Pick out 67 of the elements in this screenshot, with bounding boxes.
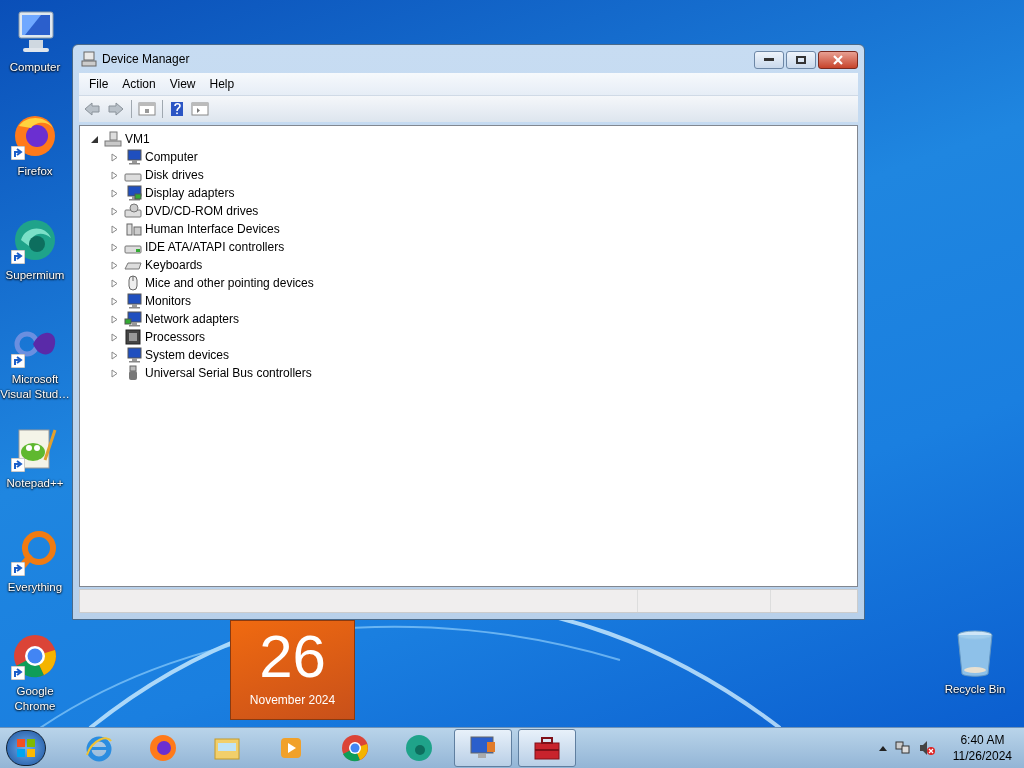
monitor-icon <box>124 347 142 363</box>
tree-item[interactable]: Processors <box>145 330 206 344</box>
taskbar-app-button[interactable] <box>454 729 512 767</box>
tree-item[interactable]: VM1 <box>125 132 150 146</box>
tree-item[interactable]: Universal Serial Bus controllers <box>145 366 312 380</box>
console-tree-icon[interactable] <box>138 101 156 117</box>
tree-item[interactable]: DVD/CD-ROM drives <box>145 204 259 218</box>
clock-time: 6:40 AM <box>960 732 1005 748</box>
device-manager-icon <box>81 51 97 67</box>
tree-item[interactable]: Mice and other pointing devices <box>145 276 314 290</box>
taskbar-app-button[interactable] <box>518 729 576 767</box>
app-logo-icon <box>404 733 434 763</box>
calendar-month-year: November 2024 <box>249 693 336 707</box>
tree-item[interactable]: System devices <box>145 348 230 362</box>
tree-item[interactable]: Keyboards <box>145 258 203 272</box>
properties-pane-icon[interactable] <box>191 101 209 117</box>
calendar-day: 26 <box>259 621 326 693</box>
calendar-gadget[interactable]: 26 November 2024 <box>230 620 355 720</box>
desktop-icon-label[interactable]: Firefox <box>17 164 53 179</box>
maximize-button[interactable] <box>786 51 816 69</box>
desktop-icon-label[interactable]: Microsoft Visual Stud… <box>0 372 70 402</box>
window-title: Device Manager <box>102 52 190 66</box>
minimize-button[interactable] <box>754 51 784 69</box>
tree-item[interactable]: Network adapters <box>145 312 240 326</box>
tree-item[interactable]: Human Interface Devices <box>145 222 280 236</box>
close-button[interactable] <box>818 51 858 69</box>
desktop-icon-label[interactable]: Recycle Bin <box>944 682 1006 697</box>
tree-item[interactable]: Monitors <box>145 294 191 308</box>
drive-icon <box>124 203 142 219</box>
tree-item[interactable]: Display adapters <box>145 186 235 200</box>
tree-item[interactable]: Disk drives <box>145 168 204 182</box>
desktop-icon-label[interactable]: Computer <box>9 60 61 75</box>
monitor-icon <box>124 149 142 165</box>
forward-arrow-icon[interactable] <box>107 101 125 117</box>
close-icon <box>833 55 843 65</box>
menu-item[interactable]: Help <box>203 75 241 93</box>
menu-item[interactable]: Action <box>116 75 162 93</box>
recycle-bin-icon[interactable] <box>955 630 995 678</box>
menu-item[interactable]: File <box>83 75 115 93</box>
volume-muted-icon[interactable] <box>918 740 935 756</box>
computer-tower-icon <box>104 131 122 147</box>
windows-logo-icon <box>16 738 36 758</box>
minimize-icon <box>764 58 774 62</box>
maximize-icon <box>796 56 806 64</box>
app-logo-icon <box>148 733 178 763</box>
taskbar-clock[interactable]: 6:40 AM 11/26/2024 <box>952 732 1012 764</box>
desktop-icon-label[interactable]: Google Chrome <box>0 684 70 714</box>
app-logo-icon <box>340 733 370 763</box>
monitor-icon <box>124 293 142 309</box>
help-icon[interactable] <box>169 101 185 117</box>
monitor-icon <box>124 185 142 201</box>
expand-triangle-icon[interactable] <box>90 134 99 144</box>
app-logo-icon[interactable] <box>11 632 59 680</box>
desktop-icon-label[interactable]: Supermium <box>5 268 65 283</box>
tree-item[interactable]: IDE ATA/ATAPI controllers <box>145 240 285 254</box>
desktop-icon-label[interactable]: Everything <box>7 580 63 595</box>
tree-item[interactable]: Computer <box>145 150 198 164</box>
desktop-icon-label[interactable]: Notepad++ <box>6 476 64 491</box>
monitor-icon <box>124 311 142 327</box>
menu-item[interactable]: View <box>163 75 202 93</box>
clock-date: 11/26/2024 <box>952 748 1012 764</box>
start-button[interactable] <box>6 730 46 766</box>
back-arrow-icon[interactable] <box>83 101 101 117</box>
chip-icon <box>124 329 142 345</box>
network-icon[interactable] <box>894 740 911 756</box>
joystick-icon <box>124 221 142 237</box>
show-hidden-icons-icon[interactable] <box>878 745 887 751</box>
